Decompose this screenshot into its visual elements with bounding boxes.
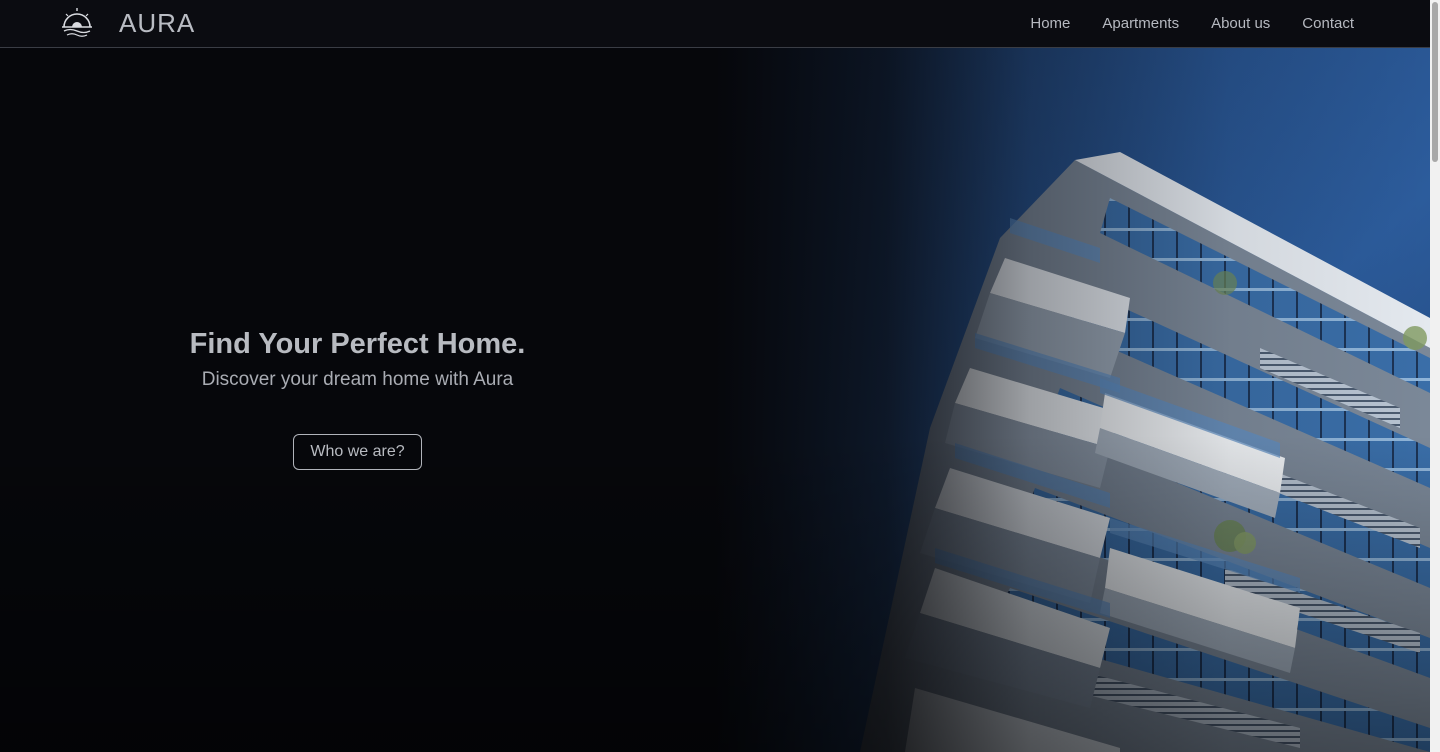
hero-title: Find Your Perfect Home. [189,328,526,360]
hero-subtitle: Discover your dream home with Aura [201,369,514,390]
who-we-are-button[interactable]: Who we are? [293,434,422,470]
scrollbar-thumb[interactable] [1432,2,1438,162]
hero-content: Find Your Perfect Home. Discover your dr… [85,326,630,470]
brand-name: AURA [119,8,196,38]
nav-link-apartments[interactable]: Apartments [1102,15,1179,32]
nav-link-contact[interactable]: Contact [1302,15,1354,32]
landing-page: AURA Home Apartments About us Contact Fi… [0,0,1440,752]
page-scrollbar[interactable] [1430,0,1440,752]
hero-section: Find Your Perfect Home. Discover your dr… [0,48,1430,752]
main-nav: Home Apartments About us Contact [1030,0,1354,47]
top-navbar: AURA Home Apartments About us Contact [0,0,1430,48]
brand-link[interactable]: AURA [60,6,195,40]
nav-link-home[interactable]: Home [1030,15,1070,32]
nav-link-about-us[interactable]: About us [1211,15,1270,32]
sunset-logo-icon [62,8,92,37]
